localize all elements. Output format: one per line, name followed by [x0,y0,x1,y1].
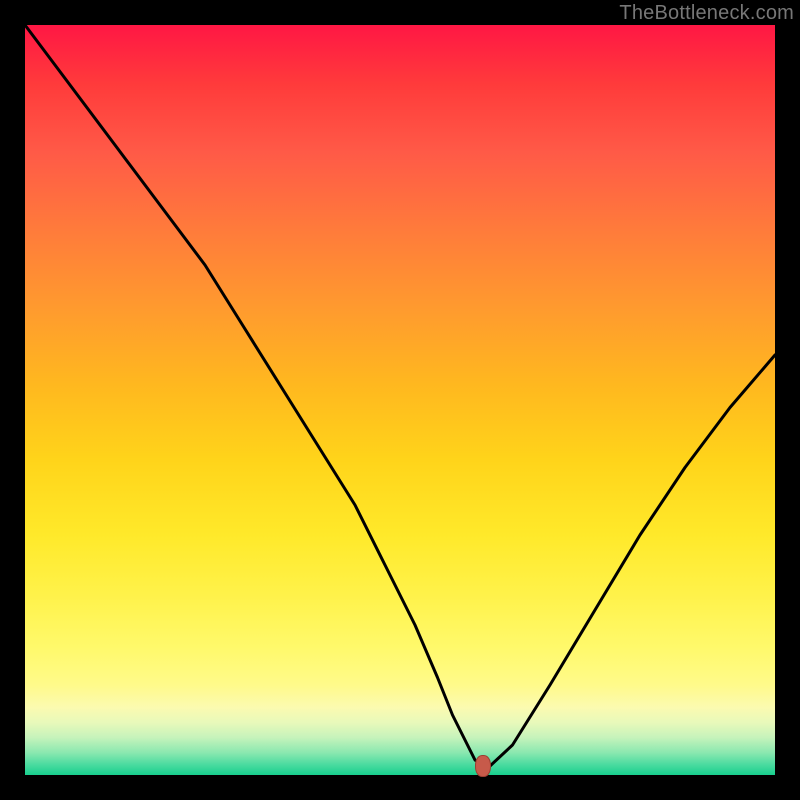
plot-area [25,25,775,775]
current-point-marker [475,755,491,777]
watermark-text: TheBottleneck.com [619,2,794,25]
bottleneck-curve [25,25,775,766]
curve-svg [25,25,775,775]
chart-frame: TheBottleneck.com [0,0,800,800]
